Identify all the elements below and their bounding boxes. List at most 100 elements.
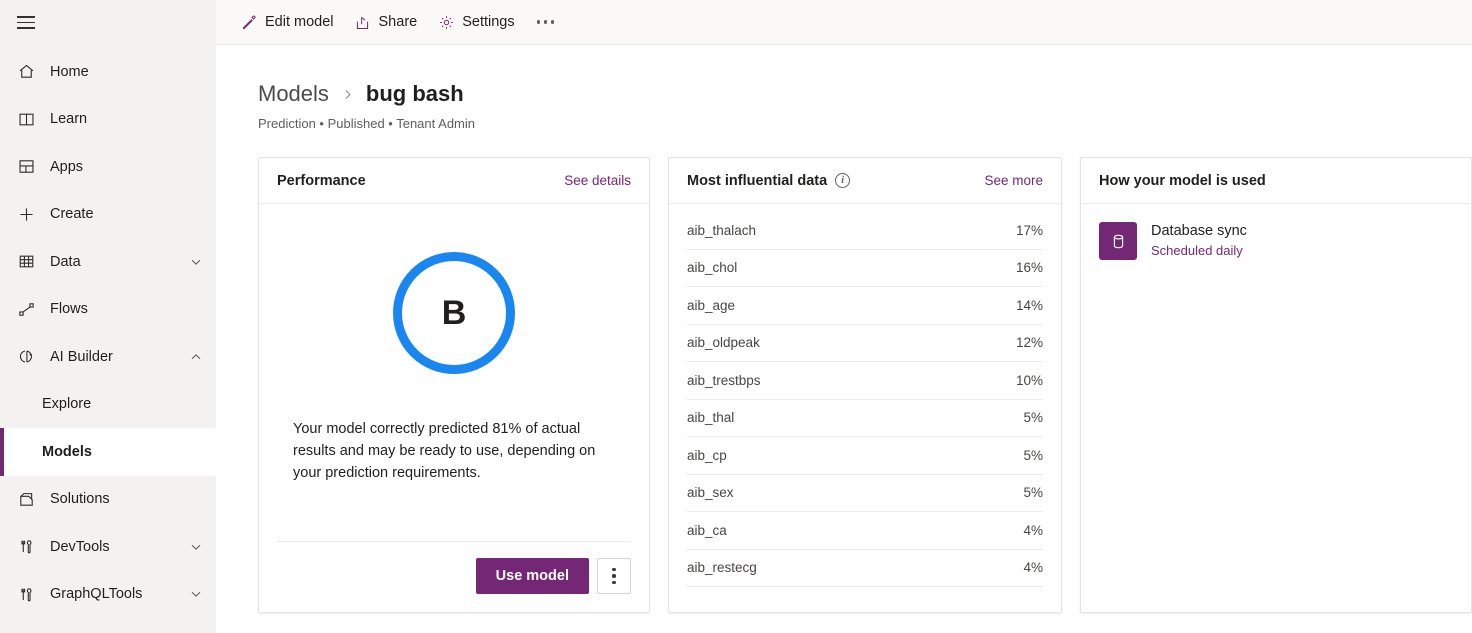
model-usage-text: Database syncScheduled daily [1151,222,1247,260]
sidebar-item-learn[interactable]: Learn [0,96,216,144]
influential-data-card-header: Most influential data i See more [669,158,1061,204]
sidebar-item-explore[interactable]: Explore [0,381,216,429]
influential-data-row: aib_oldpeak 12% [687,325,1043,363]
influential-data-row: aib_thal 5% [687,400,1043,438]
performance-card-title: Performance [277,173,366,189]
sidebar-item-label: GraphQLTools [50,586,188,602]
model-usage-body: Database syncScheduled daily [1081,204,1471,260]
influential-data-row: aib_cp 5% [687,437,1043,475]
influential-data-value: 5% [1023,448,1043,463]
model-usage-card-header: How your model is used [1081,158,1471,204]
gear-icon [437,13,455,31]
performance-more-button[interactable] [597,558,631,594]
chevron-down-icon[interactable] [188,254,204,270]
influential-data-name: aib_ca [687,523,727,538]
tools-icon [12,533,40,561]
sidebar-item-label: Learn [50,111,204,127]
cards-row: Performance See details B Your model cor… [258,157,1472,613]
influential-data-row: aib_restecg4% [687,550,1043,588]
model-usage-title: Database sync [1151,222,1247,241]
breadcrumb: Models bug bash [258,79,1472,109]
sidebar-item-data[interactable]: Data [0,238,216,286]
sidebar-item-label: Flows [50,301,204,317]
chevron-down-icon[interactable] [188,586,204,602]
solutions-icon [12,485,40,513]
influential-data-value: 5% [1023,410,1043,425]
performance-description: Your model correctly predicted 81% of ac… [293,418,615,484]
settings-button[interactable]: Settings [427,6,524,38]
pencil-icon [240,13,258,31]
edit-model-label: Edit model [265,14,334,30]
chevron-up-icon[interactable] [188,349,204,365]
influential-data-name: aib_age [687,298,735,313]
edit-model-button[interactable]: Edit model [230,6,344,38]
performance-grade-ring: B [393,252,515,374]
influential-data-row: aib_age 14% [687,287,1043,325]
sidebar-item-label: Solutions [50,491,204,507]
model-usage-subtitle: Scheduled daily [1151,242,1247,260]
influential-data-value: 12% [1016,335,1043,350]
influential-data-name: aib_trestbps [687,373,761,388]
share-label: Share [379,14,418,30]
sidebar-item-models[interactable]: Models [0,428,216,476]
sidebar-item-label: Explore [42,396,204,412]
sidebar-item-devtools[interactable]: DevTools [0,523,216,571]
influential-data-row: aib_sex 5% [687,475,1043,513]
influential-data-value: 17% [1016,223,1043,238]
performance-card: Performance See details B Your model cor… [258,157,650,613]
influential-data-list: aib_thalach17%aib_chol16% aib_age 14% aib_o… [669,204,1061,587]
more-horizontal-icon[interactable] [529,6,563,38]
model-meta-subtitle: Prediction • Published • Tenant Admin [258,116,1472,131]
command-bar: Edit model Share [216,0,1472,45]
hamburger-icon[interactable] [12,9,40,37]
influential-data-value: 10% [1016,373,1043,388]
model-usage-card: How your model is used Database syncSche… [1080,157,1472,613]
influential-data-name: aib_oldpeak [687,335,760,350]
performance-card-header: Performance See details [259,158,649,204]
sidebar-item-apps[interactable]: Apps [0,143,216,191]
influential-data-value: 14% [1016,298,1043,313]
influential-data-value: 5% [1023,485,1043,500]
sidebar-item-graphqltools[interactable]: GraphQLTools [0,571,216,619]
performance-card-body: B Your model correctly predicted 81% of … [259,204,649,541]
influential-data-name: aib_thal [687,410,734,425]
info-icon[interactable]: i [835,173,850,188]
sidebar-item-home[interactable]: Home [0,48,216,96]
share-button[interactable]: Share [344,6,428,38]
influential-data-name: aib_chol [687,260,737,275]
page-title: bug bash [366,79,464,109]
influential-data-value: 4% [1023,523,1043,538]
home-icon [12,58,40,86]
influential-data-row: aib_thalach17% [687,212,1043,250]
see-more-link[interactable]: See more [984,173,1043,188]
sidebar: HomeLearnAppsCreateData FlowsAI Builder … [0,0,216,633]
sidebar-item-label: DevTools [50,539,188,555]
influential-data-name: aib_cp [687,448,727,463]
share-icon [354,13,372,31]
sidebar-item-solutions[interactable]: Solutions [0,476,216,524]
app-root: HomeLearnAppsCreateData FlowsAI Builder … [0,0,1472,633]
model-usage-card-title: How your model is used [1099,173,1266,189]
model-usage-item[interactable]: Database syncScheduled daily [1099,222,1453,260]
ai-builder-icon [12,343,40,371]
performance-grade-letter: B [442,294,467,333]
sidebar-item-label: Home [50,64,204,80]
sidebar-item-label: Data [50,254,188,270]
chevron-down-icon[interactable] [188,539,204,555]
use-model-button[interactable]: Use model [476,558,589,594]
breadcrumb-models-link[interactable]: Models [258,79,329,109]
influential-data-card: Most influential data i See more aib_tha… [668,157,1062,613]
influential-data-name: aib_sex [687,485,734,500]
influential-data-name: aib_restecg [687,560,757,575]
flows-icon [12,295,40,323]
see-details-link[interactable]: See details [564,173,631,188]
sidebar-item-flows[interactable]: Flows [0,286,216,334]
influential-data-row: aib_chol16% [687,250,1043,288]
page-content: Models bug bash Prediction • Published •… [216,45,1472,633]
settings-label: Settings [462,14,514,30]
sidebar-item-label: Apps [50,159,204,175]
sidebar-item-label: AI Builder [50,349,188,365]
sidebar-item-create[interactable]: Create [0,191,216,239]
sidebar-item-ai-builder[interactable]: AI Builder [0,333,216,381]
influential-data-title-text: Most influential data [687,173,827,189]
